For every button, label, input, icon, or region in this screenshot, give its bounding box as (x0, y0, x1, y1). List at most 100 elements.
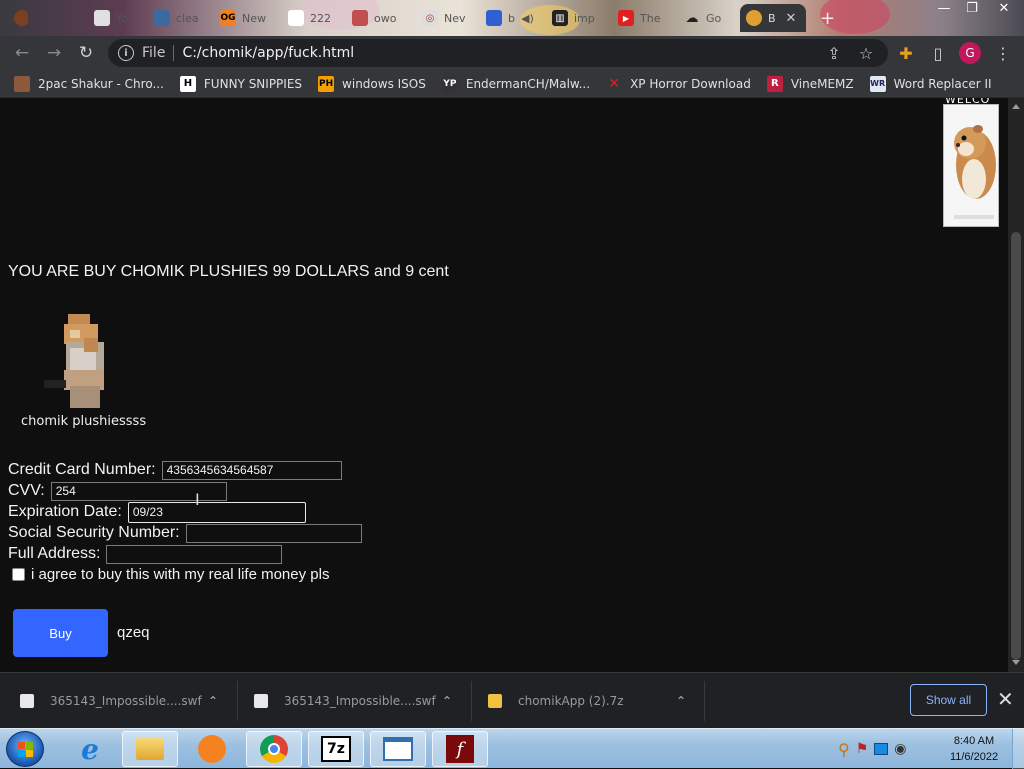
internet-explorer-icon: e (81, 732, 99, 766)
address-input[interactable] (106, 544, 283, 564)
uc-browser-icon (198, 735, 226, 763)
bookmark-label: 2pac Shakur - Chro... (38, 76, 164, 91)
chevron-up-icon[interactable]: ⌃ (208, 694, 218, 708)
bookmark-item[interactable]: R VineMEMZ (766, 75, 854, 92)
tab-label: Nev (444, 11, 466, 25)
taskbar-chrome[interactable] (246, 731, 302, 767)
divider (173, 45, 175, 61)
folder-icon (136, 738, 164, 760)
chevron-up-icon[interactable]: ⌃ (442, 694, 452, 708)
tab-7[interactable]: b ◀) (480, 4, 538, 32)
tab-4[interactable]: 222 (282, 4, 338, 32)
bookmark-item[interactable]: H FUNNY SNIPPIES (179, 75, 302, 92)
network-icon[interactable] (874, 743, 889, 755)
clock-date: 11/6/2022 (949, 751, 999, 763)
info-icon[interactable]: i (118, 45, 134, 61)
taskbar-file-explorer[interactable] (122, 731, 178, 767)
back-button[interactable]: ← (6, 37, 38, 69)
tab-pinned[interactable] (8, 4, 28, 32)
tab-active[interactable]: B ✕ (740, 4, 806, 32)
bookmark-item[interactable]: YP EndermanCH/Malw... (441, 75, 590, 92)
url-text[interactable]: C:/chomik/app/fuck.html (182, 45, 354, 61)
chevron-up-icon[interactable]: ⌃ (676, 694, 686, 708)
scrollbar-thumb[interactable] (1011, 232, 1021, 660)
address-label: Full Address: (8, 545, 101, 562)
close-window-button[interactable]: ✕ (990, 0, 1018, 20)
close-tab-icon[interactable]: ✕ (786, 11, 797, 26)
r-icon: R (766, 75, 783, 92)
hamster-photo (943, 104, 999, 227)
address-bar[interactable]: i File C:/chomik/app/fuck.html (108, 39, 888, 67)
agree-row: i agree to buy this with my real life mo… (12, 566, 329, 583)
maximize-button[interactable]: ❐ (958, 0, 986, 20)
download-item[interactable]: 365143_Impossible....swf ⌃ (20, 673, 230, 729)
share-icon[interactable]: ⇪ (823, 42, 845, 64)
start-button[interactable] (6, 731, 44, 767)
profile-avatar[interactable]: G (959, 42, 981, 64)
bookmark-star-icon[interactable]: ☆ (855, 42, 877, 64)
new-tab-button[interactable]: + (814, 4, 838, 32)
bookmark-item[interactable]: WR Word Replacer II (869, 75, 992, 92)
show-all-button[interactable]: Show all (910, 684, 987, 716)
expiration-input[interactable] (127, 501, 306, 523)
bookmark-item[interactable]: 2pac Shakur - Chro... (14, 75, 164, 92)
bookmark-item[interactable]: PH windows ISOS (318, 75, 426, 92)
download-item[interactable]: 365143_Impossible....swf ⌃ (254, 673, 464, 729)
show-desktop-button[interactable] (1012, 729, 1024, 769)
tab-2[interactable]: clea (148, 4, 208, 32)
side-panel-icon[interactable]: ▯ (927, 42, 949, 64)
taskbar-uc-browser[interactable] (184, 731, 240, 767)
arrow-right-icon: → (46, 43, 62, 63)
search-icon[interactable]: ⚲ (838, 740, 850, 759)
agree-label: i agree to buy this with my real life mo… (31, 566, 330, 583)
tab-label: New (242, 11, 266, 25)
system-clock[interactable]: 8:40 AM 11/6/2022 (946, 733, 1002, 765)
tab-3[interactable]: OG New (214, 4, 274, 32)
pixelated-hamster-icon (44, 314, 104, 408)
volume-icon[interactable]: ◉ (894, 741, 906, 757)
page-icon (154, 10, 170, 26)
credit-card-row: Credit Card Number: (8, 460, 342, 480)
taskbar-internet-explorer[interactable]: e (62, 731, 118, 767)
extensions-puzzle-icon[interactable]: ✚ (895, 42, 917, 64)
plush-caption: chomik plushiessss (21, 414, 147, 429)
tab-label: Yo (116, 11, 128, 25)
action-center-flag-icon[interactable]: ⚑ (856, 741, 869, 757)
page-icon (352, 10, 368, 26)
window-icon (383, 737, 413, 761)
menu-kebab-icon[interactable]: ⋮ (992, 42, 1014, 64)
tab-label: owo (374, 11, 397, 25)
cvv-input[interactable] (50, 481, 227, 501)
og-icon: OG (220, 10, 236, 26)
tab-8[interactable]: ▥ imp (546, 4, 606, 32)
tab-1[interactable]: Yo (88, 4, 140, 32)
agree-checkbox[interactable] (12, 568, 25, 581)
tab-10[interactable]: ☁ Go (678, 4, 738, 32)
divider (471, 681, 472, 721)
minimize-button[interactable]: — (930, 0, 958, 20)
tab-label: B (768, 11, 776, 25)
forward-button[interactable]: → (38, 37, 70, 69)
address-row: Full Address: (8, 544, 283, 564)
scroll-down-icon[interactable] (1012, 660, 1020, 665)
close-shelf-icon[interactable]: ✕ (997, 687, 1014, 711)
chrome-logo-icon (14, 10, 28, 26)
download-filename: chomikApp (2).7z (518, 694, 624, 708)
ssn-input[interactable] (185, 523, 362, 543)
buy-button[interactable]: Buy (13, 609, 108, 657)
7z-archive-icon (488, 694, 502, 708)
credit-card-input[interactable] (161, 460, 342, 480)
taskbar-7zip[interactable]: 7z (308, 731, 364, 767)
page-icon (94, 10, 110, 26)
tab-5[interactable]: owo (346, 4, 406, 32)
7zip-icon: 7z (321, 736, 351, 762)
reload-button[interactable]: ↻ (70, 37, 102, 69)
taskbar-flash-player[interactable]: f (432, 731, 488, 767)
bookmark-item[interactable]: ✕ XP Horror Download (606, 76, 751, 92)
tab-6[interactable]: ◎ Nev (416, 4, 476, 32)
download-item[interactable]: chomikApp (2).7z ⌃ (488, 673, 698, 729)
page-scrollbar[interactable] (1008, 98, 1024, 672)
tab-9[interactable]: ▶ The (612, 4, 672, 32)
taskbar-window[interactable] (370, 731, 426, 767)
scroll-up-icon[interactable] (1012, 104, 1020, 109)
